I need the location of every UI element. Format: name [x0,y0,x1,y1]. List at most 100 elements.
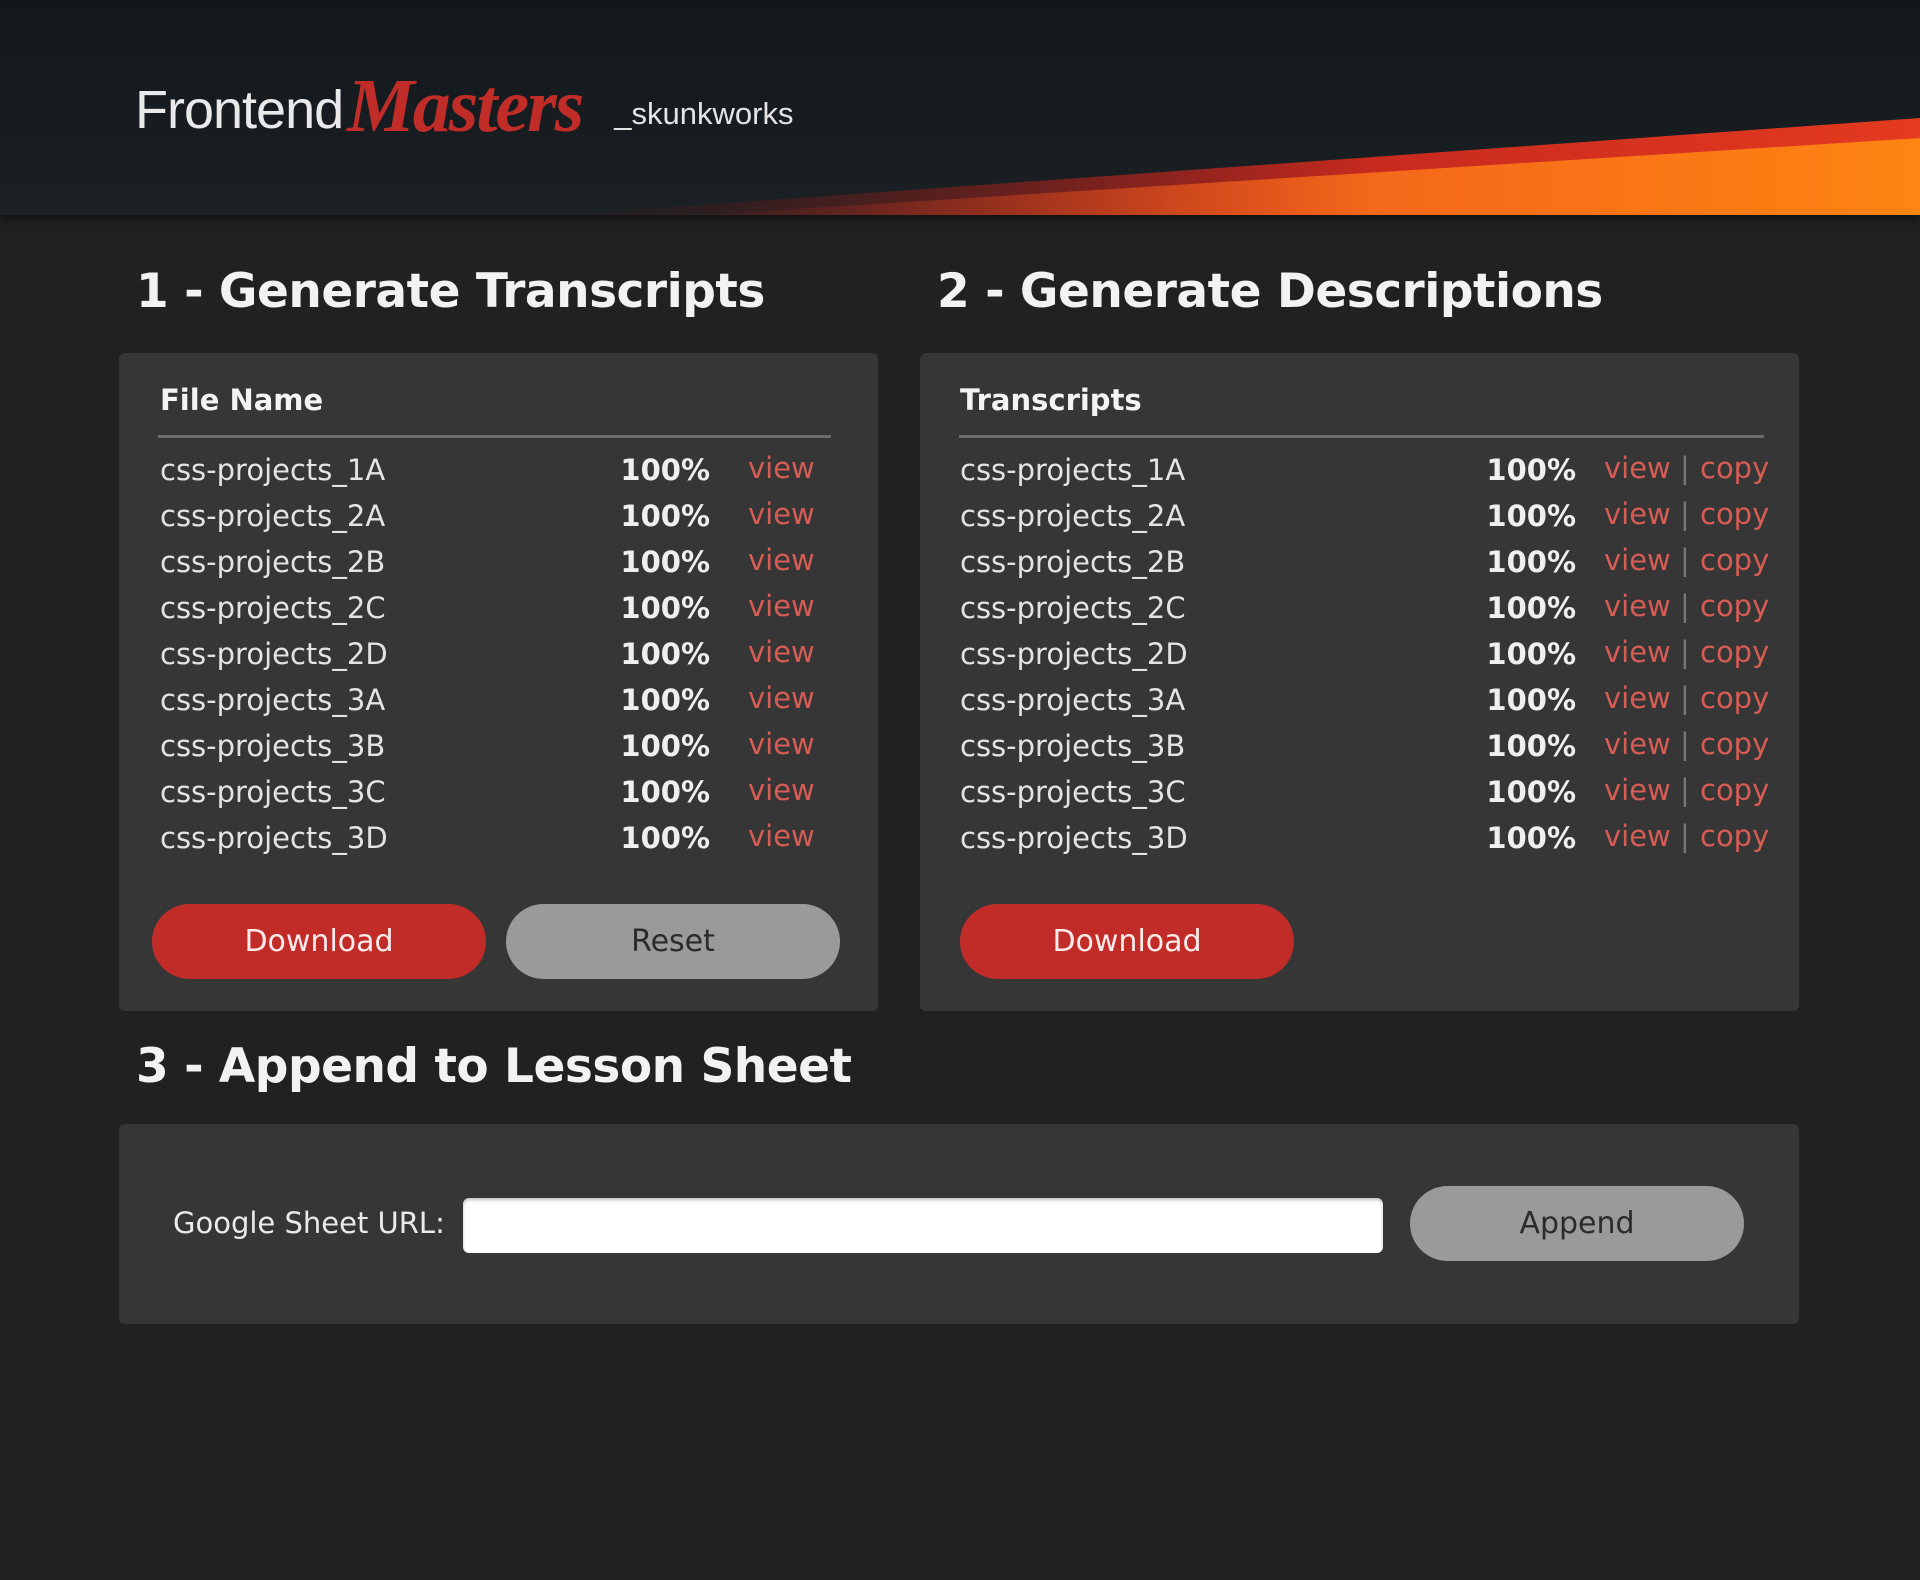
list-item: css-projects_2C 100% view [160,589,840,637]
file-name: css-projects_3B [160,729,386,763]
file-name: css-projects_2D [160,637,388,671]
view-link[interactable]: view [748,497,815,531]
list-item: css-projects_3D 100% view | copy [960,819,1770,867]
copy-link[interactable]: copy [1700,543,1769,577]
section-title-transcripts: 1 - Generate Transcripts [136,264,765,319]
list-item: css-projects_2A 100% view [160,497,840,545]
file-name: css-projects_3C [160,775,386,809]
file-name: css-projects_2C [960,591,1186,625]
view-link[interactable]: view [1604,543,1671,577]
view-link[interactable]: view [1604,589,1671,623]
list-item: css-projects_2D 100% view | copy [960,635,1770,683]
progress-percent: 100% [620,453,710,487]
view-link[interactable]: view [1604,773,1671,807]
progress-percent: 100% [1486,729,1576,763]
file-name: css-projects_3A [960,683,1186,717]
progress-percent: 100% [620,775,710,809]
view-link[interactable]: view [748,635,815,669]
file-name: css-projects_1A [160,453,386,487]
view-link[interactable]: view [1604,451,1671,485]
link-separator: | [1680,543,1690,577]
link-separator: | [1680,727,1690,761]
view-link[interactable]: view [1604,681,1671,715]
list-item: css-projects_3B 100% view [160,727,840,775]
progress-percent: 100% [1486,545,1576,579]
section-title-append: 3 - Append to Lesson Sheet [136,1039,852,1094]
list-item: css-projects_3D 100% view [160,819,840,867]
progress-percent: 100% [620,683,710,717]
transcripts-reset-button[interactable]: Reset [506,904,840,979]
file-name: css-projects_2A [960,499,1186,533]
list-item: css-projects_2C 100% view | copy [960,589,1770,637]
file-name: css-projects_1A [960,453,1186,487]
view-link[interactable]: view [748,773,815,807]
list-item: css-projects_3A 100% view | copy [960,681,1770,729]
link-separator: | [1680,589,1690,623]
google-sheet-url-label: Google Sheet URL: [173,1206,445,1240]
link-separator: | [1680,819,1690,853]
list-item: css-projects_2B 100% view [160,543,840,591]
view-link[interactable]: view [1604,819,1671,853]
append-panel: Google Sheet URL: Append [119,1124,1799,1324]
append-button[interactable]: Append [1410,1186,1744,1261]
descriptions-list: css-projects_1A 100% view | copy css-projects… [960,451,1770,867]
copy-link[interactable]: copy [1700,451,1769,485]
file-name: css-projects_3C [960,775,1186,809]
transcripts-download-button[interactable]: Download [152,904,486,979]
file-name: css-projects_3D [160,821,388,855]
link-separator: | [1680,497,1690,531]
view-link[interactable]: view [748,451,815,485]
copy-link[interactable]: copy [1700,635,1769,669]
column-header-file-name: File Name [160,383,324,417]
link-separator: | [1680,451,1690,485]
view-link[interactable]: view [1604,497,1671,531]
google-sheet-url-input[interactable] [463,1198,1383,1253]
view-link[interactable]: view [748,727,815,761]
view-link[interactable]: view [748,589,815,623]
transcripts-list: css-projects_1A 100% view css-projects_2A 10… [160,451,840,867]
progress-percent: 100% [1486,453,1576,487]
list-item: css-projects_2A 100% view | copy [960,497,1770,545]
copy-link[interactable]: copy [1700,681,1769,715]
file-name: css-projects_2C [160,591,386,625]
copy-link[interactable]: copy [1700,589,1769,623]
frontend-masters-logo[interactable]: Frontend Masters _skunkworks [135,64,794,152]
transcripts-panel: File Name css-projects_1A 100% view css-pro… [119,353,878,1011]
site-header: Frontend Masters _skunkworks [0,0,1920,215]
logo-frontend-text: Frontend [135,80,344,140]
link-separator: | [1680,681,1690,715]
copy-link[interactable]: copy [1700,773,1769,807]
progress-percent: 100% [1486,499,1576,533]
view-link[interactable]: view [1604,635,1671,669]
view-link[interactable]: view [748,543,815,577]
copy-link[interactable]: copy [1700,497,1769,531]
progress-percent: 100% [1486,591,1576,625]
file-name: css-projects_2B [960,545,1186,579]
file-name: css-projects_3D [960,821,1188,855]
list-item: css-projects_3C 100% view [160,773,840,821]
view-link[interactable]: view [1604,727,1671,761]
list-item: css-projects_3A 100% view [160,681,840,729]
logo-masters-text: Masters [347,63,584,148]
copy-link[interactable]: copy [1700,819,1769,853]
progress-percent: 100% [620,591,710,625]
progress-percent: 100% [620,545,710,579]
descriptions-download-button[interactable]: Download [960,904,1294,979]
descriptions-panel: Transcripts css-projects_1A 100% view | copy… [920,353,1799,1011]
logo-skunkworks-text: _skunkworks [614,96,794,131]
list-item: css-projects_3C 100% view | copy [960,773,1770,821]
progress-percent: 100% [620,729,710,763]
progress-percent: 100% [1486,637,1576,671]
progress-percent: 100% [620,499,710,533]
header-rule [158,435,831,438]
list-item: css-projects_2B 100% view | copy [960,543,1770,591]
list-item: css-projects_2D 100% view [160,635,840,683]
view-link[interactable]: view [748,681,815,715]
file-name: css-projects_3A [160,683,386,717]
file-name: css-projects_2B [160,545,386,579]
link-separator: | [1680,773,1690,807]
section-title-descriptions: 2 - Generate Descriptions [937,264,1603,319]
copy-link[interactable]: copy [1700,727,1769,761]
progress-percent: 100% [1486,775,1576,809]
view-link[interactable]: view [748,819,815,853]
